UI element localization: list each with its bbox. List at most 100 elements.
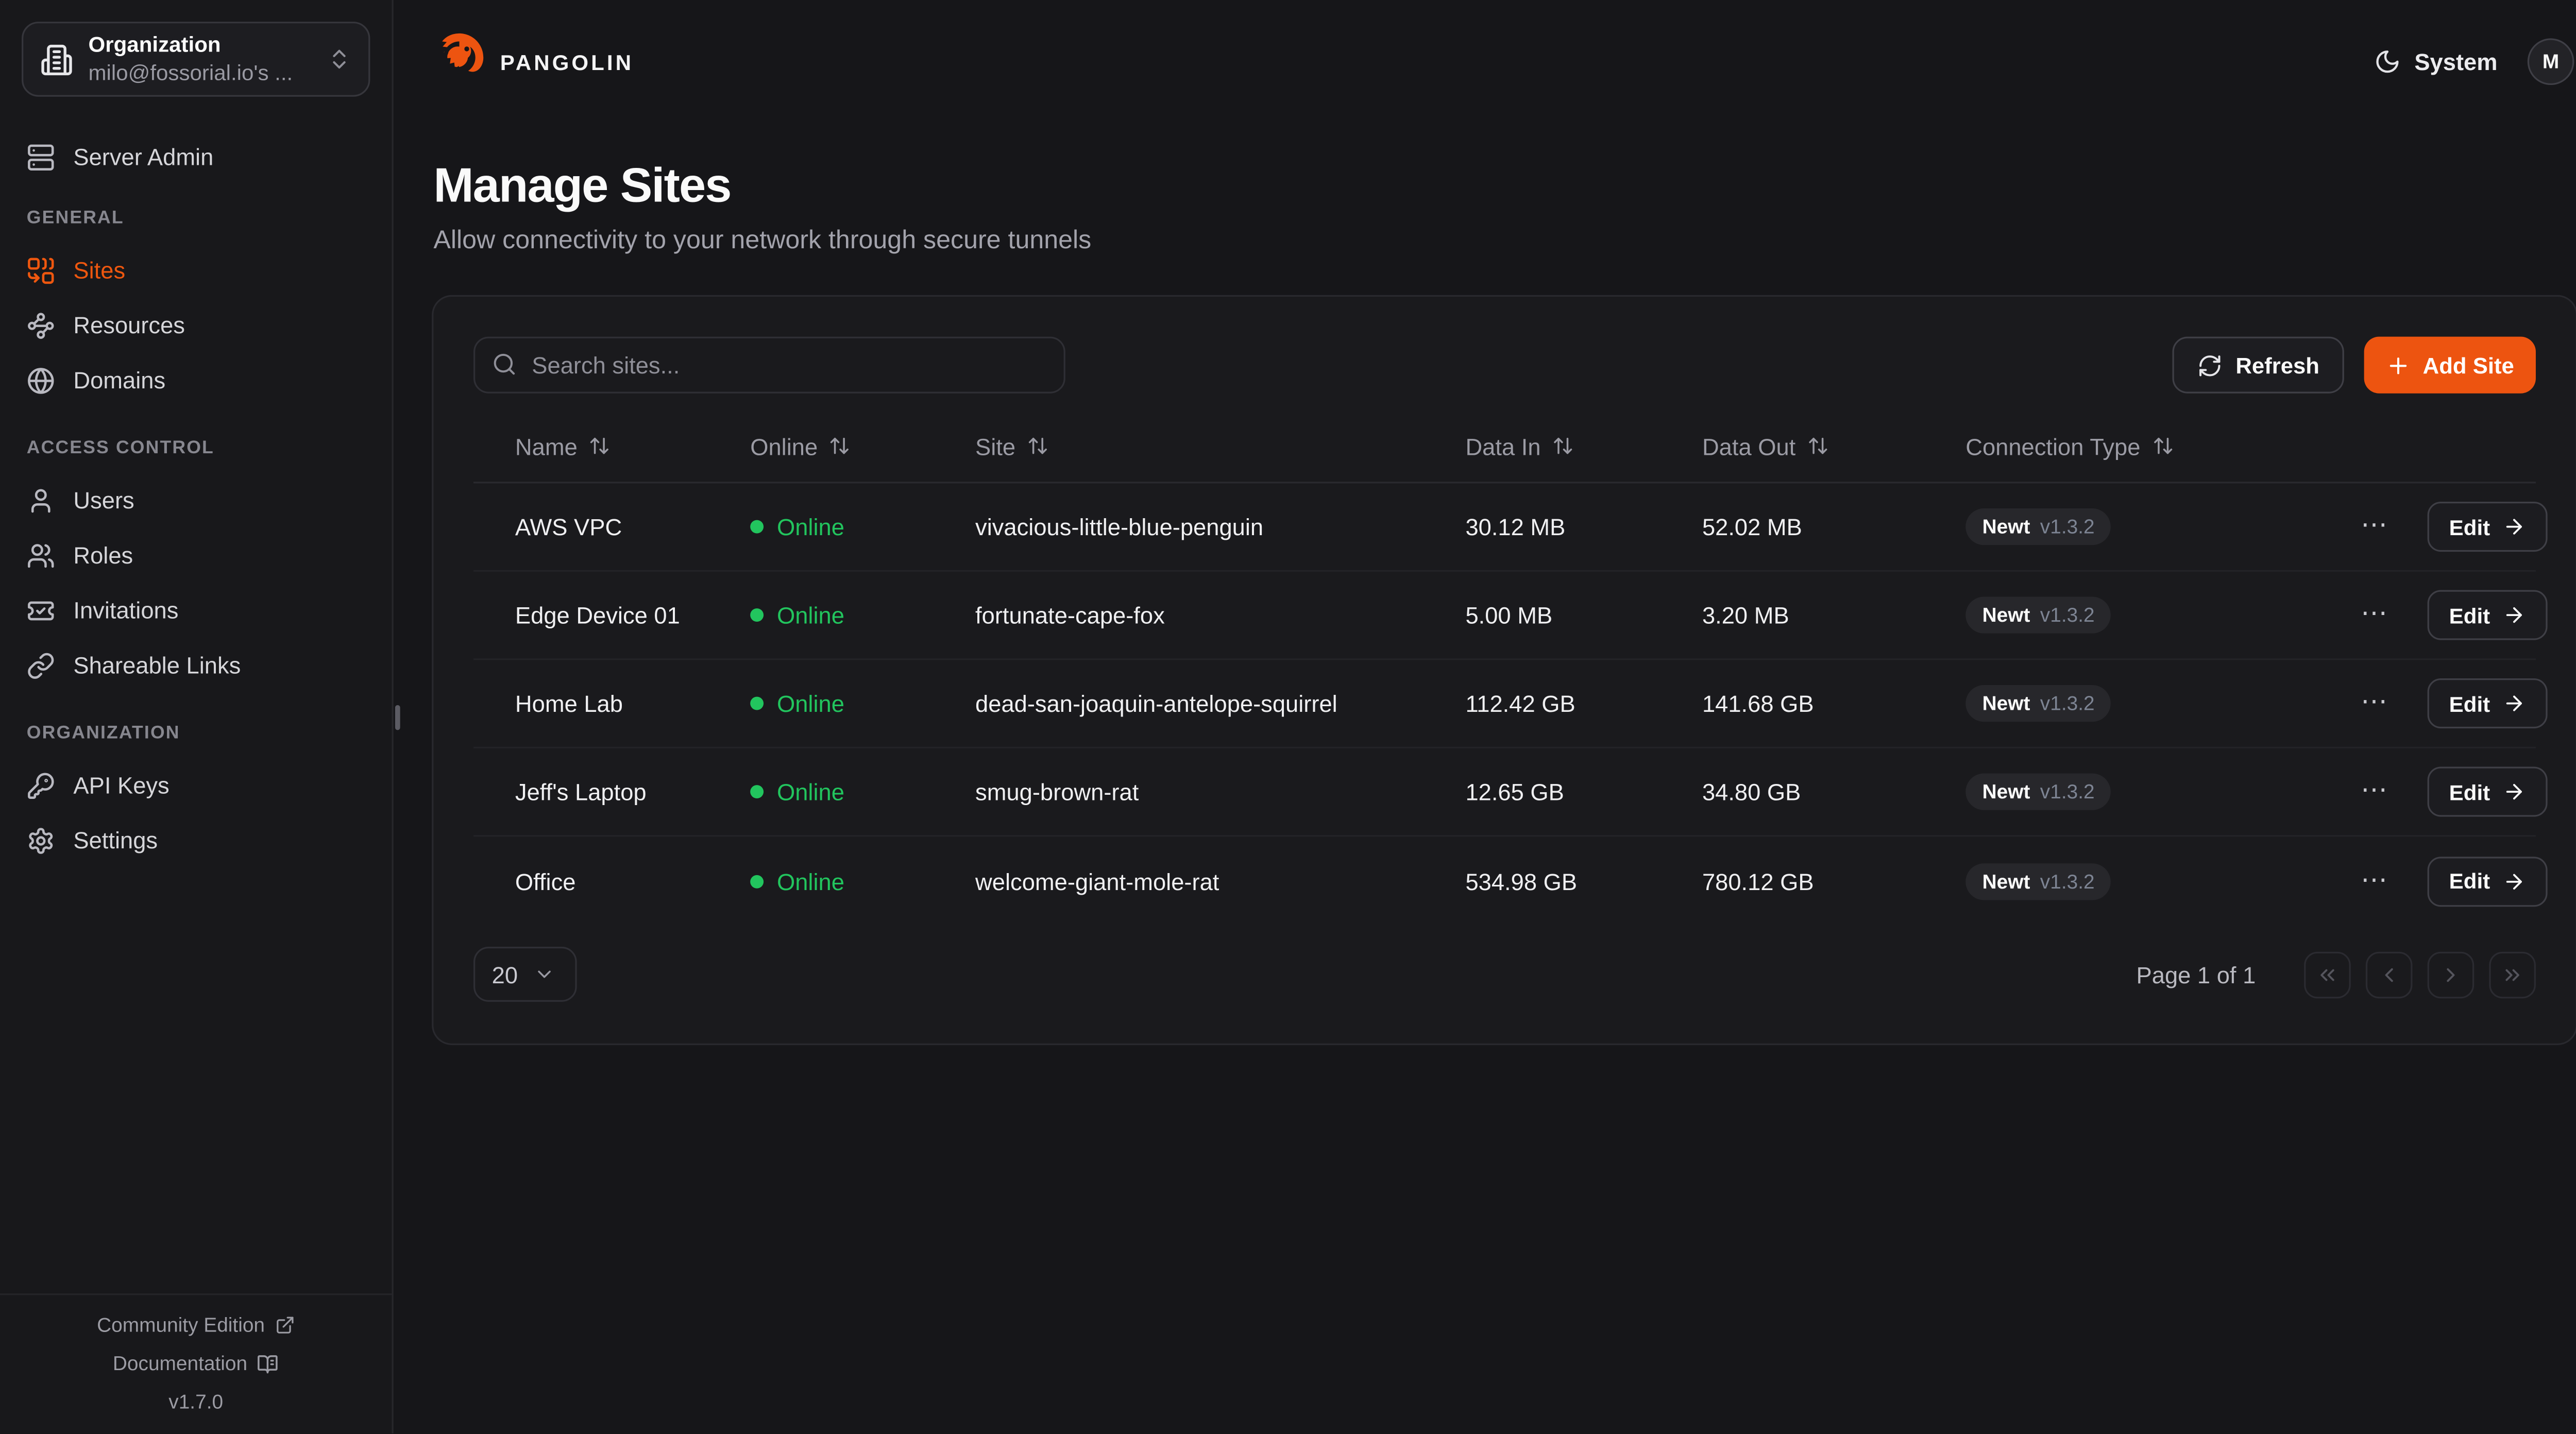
documentation-link[interactable]: Documentation <box>13 1352 379 1375</box>
next-page-button[interactable] <box>2428 951 2475 998</box>
last-page-button[interactable] <box>2489 951 2536 998</box>
sidebar-item-server-admin[interactable]: Server Admin <box>22 135 370 178</box>
cell-name: Office <box>473 867 708 894</box>
logo-link[interactable]: PANGOLIN <box>432 30 634 93</box>
cell-data-in: 5.00 MB <box>1424 602 1661 628</box>
sidebar-item-sites[interactable]: Sites <box>22 248 370 292</box>
connection-badge: Newt v1.3.2 <box>1965 863 2111 899</box>
sidebar-item-resources[interactable]: Resources <box>22 303 370 347</box>
sidebar-item-domains[interactable]: Domains <box>22 358 370 402</box>
external-link-icon <box>275 1315 295 1335</box>
chevron-left-icon <box>2378 963 2401 986</box>
row-menu-button[interactable]: ⋯ <box>2361 778 2389 805</box>
search-input[interactable] <box>473 337 1065 394</box>
add-site-button[interactable]: Add Site <box>2364 337 2536 394</box>
cell-connection-type: Newt v1.3.2 <box>1924 863 2319 899</box>
online-label: Online <box>777 602 844 628</box>
refresh-button[interactable]: Refresh <box>2172 337 2344 394</box>
waypoints-icon <box>27 311 55 339</box>
row-menu-button[interactable]: ⋯ <box>2361 690 2389 717</box>
page-size-select[interactable]: 20 <box>473 947 577 1002</box>
row-menu-button[interactable]: ⋯ <box>2361 602 2389 628</box>
sidebar-item-api-keys[interactable]: API Keys <box>22 763 370 807</box>
cell-online: Online <box>708 514 934 540</box>
edit-button[interactable]: Edit <box>2428 678 2547 728</box>
sort-icon <box>1027 435 1049 457</box>
edit-button[interactable]: Edit <box>2428 502 2547 552</box>
sidebar-item-shareable-links[interactable]: Shareable Links <box>22 643 370 687</box>
card-toolbar: Refresh Add Site <box>473 337 2536 394</box>
cell-site: smug-brown-rat <box>934 778 1423 805</box>
sidebar-item-settings[interactable]: Settings <box>22 818 370 862</box>
online-dot-icon <box>750 785 764 798</box>
page-size-value: 20 <box>492 961 518 988</box>
arrow-right-icon <box>2502 515 2525 538</box>
sidebar-item-users[interactable]: Users <box>22 479 370 522</box>
main-content: PANGOLIN System M Manage Sites Allow con… <box>394 0 2576 1433</box>
cell-name: Jeff's Laptop <box>473 778 708 805</box>
sidebar-item-label: Server Admin <box>73 143 213 170</box>
cell-site: fortunate-cape-fox <box>934 602 1423 628</box>
chevrons-left-icon <box>2316 963 2339 986</box>
column-header-data-out[interactable]: Data Out <box>1660 433 1924 459</box>
connection-badge: Newt v1.3.2 <box>1965 774 2111 810</box>
search-icon <box>492 352 517 377</box>
users-icon <box>27 541 55 569</box>
cell-actions: ⋯ Edit <box>2319 590 2563 640</box>
edit-button[interactable]: Edit <box>2428 856 2547 906</box>
plus-icon <box>2386 352 2411 378</box>
cell-actions: ⋯ Edit <box>2319 502 2563 552</box>
connection-client: Newt <box>1982 603 2030 626</box>
sidebar-nav: Server Admin GENERAL Sites Resources Dom <box>0 118 392 1293</box>
edit-label: Edit <box>2449 868 2490 894</box>
online-dot-icon <box>750 608 764 622</box>
cell-online: Online <box>708 867 934 894</box>
brand-name: PANGOLIN <box>500 49 634 74</box>
column-header-data-in[interactable]: Data In <box>1424 433 1661 459</box>
topbar-right: System M <box>2375 38 2574 85</box>
sidebar-item-invitations[interactable]: Invitations <box>22 588 370 631</box>
sidebar-item-label: API Keys <box>73 772 169 798</box>
row-menu-button[interactable]: ⋯ <box>2361 514 2389 540</box>
edit-button[interactable]: Edit <box>2428 767 2547 817</box>
page-info: Page 1 of 1 <box>2137 961 2256 988</box>
cell-data-in: 30.12 MB <box>1424 514 1661 540</box>
section-label-organization: ORGANIZATION <box>27 723 370 743</box>
edit-button[interactable]: Edit <box>2428 590 2547 640</box>
page-head: Manage Sites Allow connectivity to your … <box>394 97 2576 257</box>
building-icon <box>40 43 74 76</box>
sort-icon <box>829 435 851 457</box>
org-text: Organization milo@fossorial.io's ... <box>89 32 312 86</box>
search-wrap <box>473 337 1065 394</box>
sidebar-item-label: Users <box>73 487 134 514</box>
community-edition-link[interactable]: Community Edition <box>13 1313 379 1337</box>
table-row: Edge Device 01 Online fortunate-cape-fox… <box>473 572 2536 660</box>
pangolin-logo-icon <box>432 30 487 93</box>
sort-icon <box>589 435 611 457</box>
prev-page-button[interactable] <box>2366 951 2413 998</box>
column-header-connection-type[interactable]: Connection Type <box>1924 433 2319 459</box>
book-open-icon <box>258 1353 279 1374</box>
cell-online: Online <box>708 690 934 717</box>
page-title: Manage Sites <box>433 160 2574 215</box>
column-label: Data In <box>1465 433 1540 459</box>
theme-toggle[interactable]: System <box>2375 48 2498 75</box>
avatar[interactable]: M <box>2528 38 2574 85</box>
moon-icon <box>2375 48 2401 75</box>
community-edition-label: Community Edition <box>97 1313 265 1337</box>
org-selector[interactable]: Organization milo@fossorial.io's ... <box>22 22 370 97</box>
sort-icon <box>1552 435 1574 457</box>
connection-version: v1.3.2 <box>2040 603 2095 626</box>
edit-label: Edit <box>2449 779 2490 805</box>
first-page-button[interactable] <box>2304 951 2351 998</box>
column-label: Name <box>515 433 578 459</box>
row-menu-button[interactable]: ⋯ <box>2361 867 2389 894</box>
documentation-label: Documentation <box>113 1352 247 1375</box>
table-row: Office Online welcome-giant-mole-rat 534… <box>473 836 2536 925</box>
column-header-site[interactable]: Site <box>934 433 1423 459</box>
key-icon <box>27 771 55 799</box>
column-header-online[interactable]: Online <box>708 433 934 459</box>
app-version: v1.7.0 <box>13 1390 379 1413</box>
column-header-name[interactable]: Name <box>473 433 708 459</box>
sidebar-item-roles[interactable]: Roles <box>22 534 370 577</box>
